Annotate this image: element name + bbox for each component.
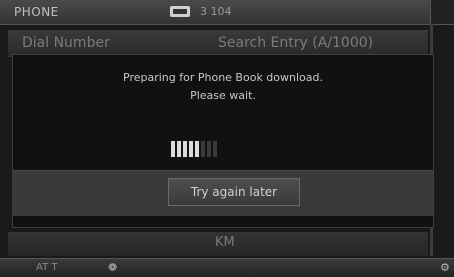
bluetooth-icon: ❁ [108,261,118,274]
download-dialog: Preparing for Phone Book download. Pleas… [12,54,434,228]
progress-segment [201,141,205,157]
progress-segment [207,141,211,157]
try-again-later-button[interactable]: Try again later [168,178,300,206]
phone-icon [170,5,192,18]
outside-temp: AT T [36,262,58,273]
progress-segment [213,141,217,157]
dialog-button-bar: Try again later [13,170,433,216]
progress-segment [171,141,175,157]
settings-icon[interactable]: ⚙ [440,261,450,274]
search-entry-item[interactable]: Search Entry (A/1000) [218,35,373,51]
progress-segment [195,141,199,157]
status-info: 3 104 [200,5,232,18]
dial-number-item[interactable]: Dial Number [22,35,110,51]
phone-screen: PHONE 3 104 Dial Number Search Entry (A/… [0,0,454,277]
progress-segment [189,141,193,157]
bottom-bar: AT T ❁ ⚙ [0,258,454,277]
menu-row: Dial Number Search Entry (A/1000) [8,30,428,57]
progress-segment [177,141,181,157]
progress-segment [183,141,187,157]
km-label: KM [215,235,235,250]
dialog-message: Preparing for Phone Book download. [123,71,323,84]
dialog-wait-message: Please wait. [190,89,256,102]
km-row: KM [8,232,428,256]
status-title: PHONE [14,5,59,19]
status-right-slot [430,0,454,24]
status-bar: PHONE 3 104 [0,0,454,25]
